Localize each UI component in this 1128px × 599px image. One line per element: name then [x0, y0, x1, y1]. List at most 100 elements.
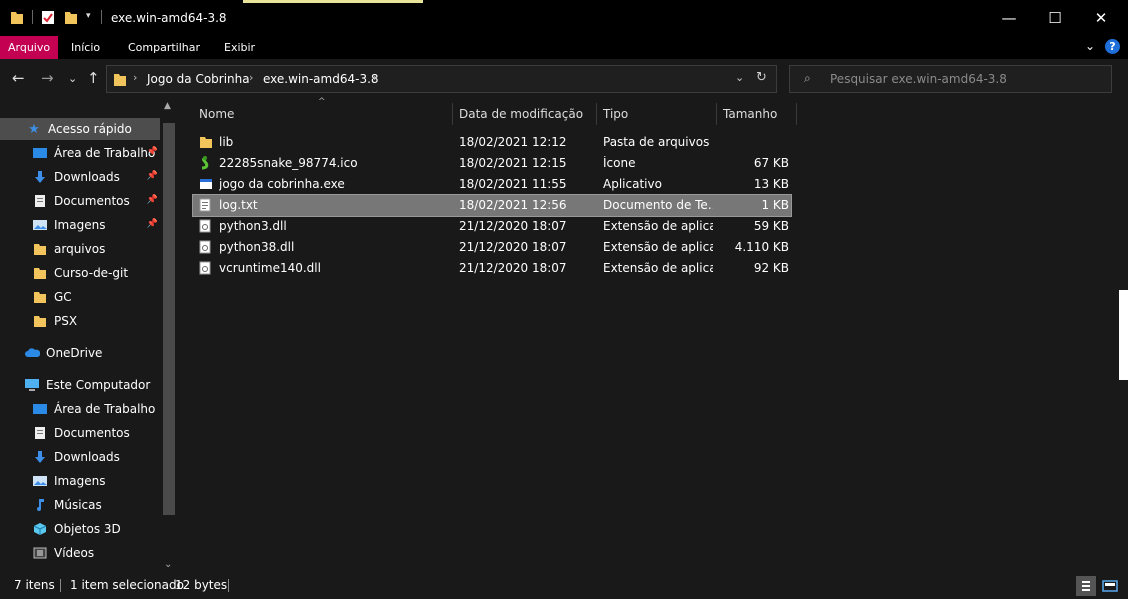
- up-arrow-icon[interactable]: ↑: [87, 69, 100, 87]
- pin-icon[interactable]: 📌: [147, 195, 158, 205]
- search-box[interactable]: ⌕ Pesquisar exe.win-amd64-3.8: [789, 65, 1112, 93]
- 3d-objects-icon: [32, 521, 48, 537]
- file-size: 4.110 KB: [734, 240, 789, 254]
- chevron-right-icon[interactable]: ›: [133, 71, 137, 84]
- desktop-icon: [32, 145, 48, 161]
- nav-quick-item[interactable]: GC: [0, 286, 160, 308]
- file-row[interactable]: python3.dll 21/12/2020 18:07 Extensão de a…: [193, 216, 791, 237]
- computer-icon: [24, 377, 40, 393]
- file-row[interactable]: lib 18/02/2021 12:12 Pasta de arquivos: [193, 132, 791, 153]
- nav-label: Documentos: [54, 426, 130, 440]
- column-header-size[interactable]: Tamanho: [717, 103, 797, 125]
- file-row[interactable]: log.txt 18/02/2021 12:56 Documento de Te..…: [192, 194, 792, 217]
- new-folder-icon[interactable]: [64, 9, 78, 28]
- nav-quick-item[interactable]: Área de Trabalho 📌: [0, 142, 160, 164]
- nav-quick-item[interactable]: Curso-de-git: [0, 262, 160, 284]
- nav-quick-item[interactable]: Downloads 📌: [0, 166, 160, 188]
- snake-icon: [199, 156, 213, 170]
- file-name: python38.dll: [219, 240, 295, 254]
- nav-quick-item[interactable]: Documentos 📌: [0, 190, 160, 212]
- nav-quick-item[interactable]: PSX: [0, 310, 160, 332]
- address-bar[interactable]: › Jogo da Cobrinha › exe.win-amd64-3.8 ›…: [106, 65, 777, 93]
- ribbon-tabs: Arquivo Início Compartilhar Exibir ⌄ ?: [0, 36, 1128, 59]
- tab-share[interactable]: Compartilhar: [120, 36, 208, 59]
- file-date: 21/12/2020 18:07: [459, 219, 567, 233]
- folder-icon: [199, 135, 213, 149]
- nav-pc-item[interactable]: Objetos 3D: [0, 518, 160, 540]
- column-header-name[interactable]: Nome: [193, 103, 453, 125]
- nav-quick-item[interactable]: arquivos: [0, 238, 160, 260]
- search-input[interactable]: Pesquisar exe.win-amd64-3.8: [830, 72, 1007, 86]
- file-size: 67 KB: [753, 156, 789, 170]
- breadcrumb-item[interactable]: Jogo da Cobrinha: [147, 72, 250, 86]
- file-row[interactable]: python38.dll 21/12/2020 18:07 Extensão de …: [193, 237, 791, 258]
- expand-ribbon-icon[interactable]: ⌄: [1085, 39, 1095, 53]
- nav-pc-item[interactable]: Vídeos: [0, 542, 160, 564]
- search-icon: ⌕: [804, 71, 811, 85]
- file-size: 59 KB: [753, 219, 789, 233]
- minimize-button[interactable]: —: [986, 0, 1032, 36]
- scroll-down-icon[interactable]: ⌄: [164, 559, 172, 570]
- file-row[interactable]: jogo da cobrinha.exe 18/02/2021 11:55 Apli…: [193, 174, 791, 195]
- nav-label: Vídeos: [54, 546, 95, 560]
- help-icon[interactable]: ?: [1105, 39, 1120, 54]
- file-row[interactable]: 22285snake_98774.ico 18/02/2021 12:15 Ícon…: [193, 153, 791, 174]
- refresh-icon[interactable]: ↻: [756, 70, 767, 85]
- window-title: exe.win-amd64-3.8: [111, 11, 227, 25]
- nav-pc-item[interactable]: Músicas: [0, 494, 160, 516]
- details-view-icon[interactable]: [1076, 576, 1096, 596]
- nav-this-pc[interactable]: Este Computador: [0, 374, 160, 396]
- folder-icon: [32, 313, 48, 329]
- maximize-button[interactable]: ☐: [1032, 0, 1078, 36]
- tab-home[interactable]: Início: [63, 36, 108, 59]
- file-type: Documento de Te...: [603, 198, 713, 212]
- nav-label: Downloads: [54, 170, 120, 184]
- divider: [32, 10, 33, 24]
- pin-icon[interactable]: 📌: [147, 171, 158, 181]
- nav-label: Área de Trabalho: [54, 402, 156, 416]
- nav-label: PSX: [54, 314, 78, 328]
- nav-quick-item[interactable]: Imagens 📌: [0, 214, 160, 236]
- item-count: 7 itens: [14, 578, 55, 592]
- file-name: 22285snake_98774.ico: [219, 156, 358, 170]
- nav-pc-item[interactable]: Área de Trabalho: [0, 398, 160, 420]
- nav-pc-item[interactable]: Documentos: [0, 422, 160, 444]
- dll-icon: [199, 240, 213, 254]
- nav-pc-item[interactable]: Imagens: [0, 470, 160, 492]
- folder-icon: [113, 71, 127, 90]
- pin-icon[interactable]: 📌: [147, 147, 158, 157]
- nav-label: GC: [54, 290, 72, 304]
- close-button[interactable]: ✕: [1078, 0, 1124, 36]
- file-size: 92 KB: [753, 261, 789, 275]
- chevron-right-icon[interactable]: ›: [249, 71, 253, 84]
- file-type: Ícone: [603, 156, 636, 170]
- properties-icon[interactable]: [41, 9, 55, 28]
- recent-locations-icon[interactable]: ⌄: [68, 72, 77, 85]
- customize-toolbar-icon[interactable]: ▾: [86, 11, 91, 21]
- nav-label: Área de Trabalho: [54, 146, 156, 160]
- tab-view[interactable]: Exibir: [216, 36, 263, 59]
- column-header-date[interactable]: Data de modificação: [453, 103, 597, 125]
- file-type: Extensão de aplica...: [603, 219, 713, 233]
- column-header-type[interactable]: Tipo: [597, 103, 717, 125]
- documents-icon: [32, 425, 48, 441]
- chevron-down-icon[interactable]: ⌄: [735, 71, 744, 84]
- file-type: Extensão de aplica...: [603, 240, 713, 254]
- breadcrumb-item[interactable]: exe.win-amd64-3.8: [263, 72, 379, 86]
- nav-scrollbar-thumb[interactable]: [163, 123, 175, 515]
- large-icons-view-icon[interactable]: [1100, 576, 1120, 596]
- nav-onedrive[interactable]: OneDrive: [0, 342, 160, 364]
- file-name: jogo da cobrinha.exe: [219, 177, 345, 191]
- forward-arrow-icon[interactable]: →: [41, 69, 54, 87]
- nav-pc-item[interactable]: Downloads: [0, 446, 160, 468]
- file-date: 18/02/2021 12:15: [459, 156, 567, 170]
- pin-icon[interactable]: 📌: [147, 219, 158, 229]
- tab-file[interactable]: Arquivo: [0, 36, 59, 59]
- chevron-right-icon[interactable]: ›: [373, 71, 377, 84]
- file-name: vcruntime140.dll: [219, 261, 321, 275]
- file-row[interactable]: vcruntime140.dll 21/12/2020 18:07 Extensão…: [193, 258, 791, 279]
- nav-quick-access[interactable]: ★ Acesso rápido: [0, 118, 160, 140]
- scroll-up-icon[interactable]: ▲: [164, 101, 171, 111]
- videos-icon: [32, 545, 48, 561]
- back-arrow-icon[interactable]: ←: [12, 69, 25, 87]
